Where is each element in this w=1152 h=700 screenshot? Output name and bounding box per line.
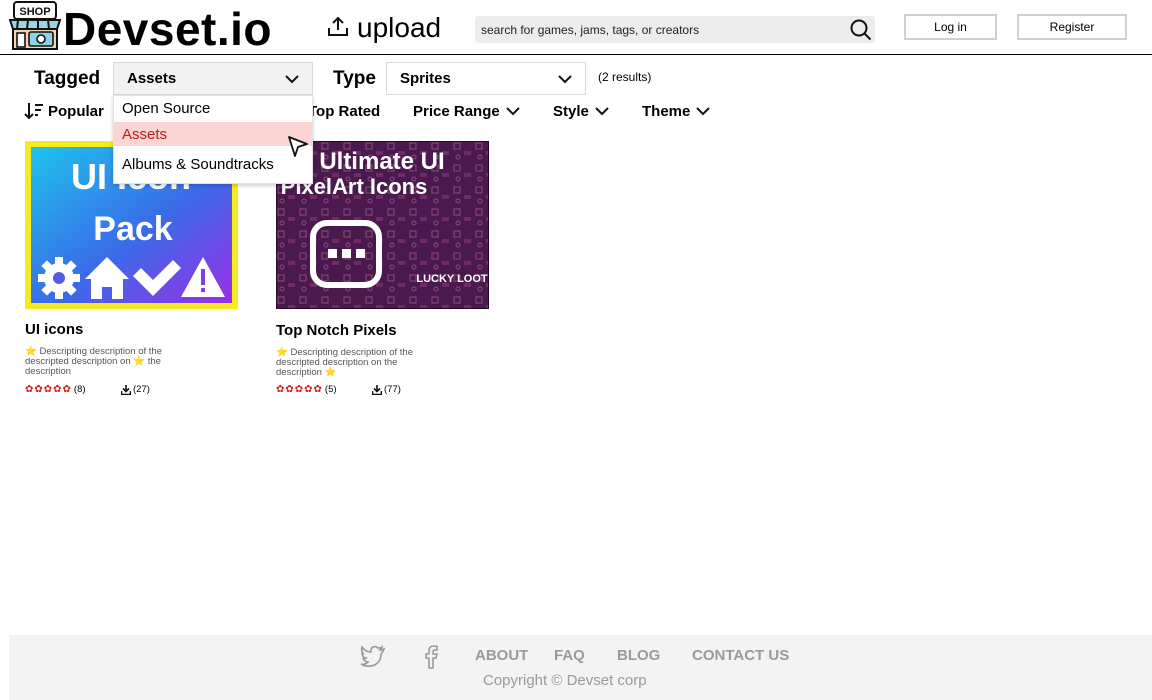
- rating-count: (8): [73, 384, 86, 395]
- card-rating: ✿✿✿✿✿ (5): [276, 384, 337, 395]
- download-icon: [121, 384, 131, 395]
- type-label: Type: [333, 68, 376, 89]
- footer: [9, 635, 1152, 700]
- footer-link-contact[interactable]: CONTACT US: [692, 647, 789, 664]
- sort-popular-label: Popular: [48, 102, 104, 120]
- dropdown-option-albums-soundtracks[interactable]: Albums & Soundtracks: [114, 152, 312, 176]
- upload-label: upload: [357, 12, 442, 43]
- chevron-down-icon: [285, 75, 299, 84]
- copyright: Copyright © Devset corp: [483, 672, 647, 689]
- card-image-text: Pack: [93, 210, 172, 248]
- type-select[interactable]: Sprites: [386, 62, 586, 95]
- footer-link-faq[interactable]: FAQ: [554, 647, 585, 664]
- logo-sign-text: SHOP: [19, 6, 50, 18]
- star-icon: ⭐: [324, 367, 337, 378]
- rating-stars-icon: ✿✿✿✿✿: [25, 384, 72, 395]
- upload-icon: [327, 12, 349, 44]
- search-icon[interactable]: [850, 19, 872, 41]
- search-input[interactable]: [481, 16, 841, 43]
- card-description: ⭐ Descripting description of the descrip…: [25, 347, 195, 377]
- theme-label: Theme: [642, 102, 691, 120]
- sort-top-rated[interactable]: Top Rated: [308, 100, 380, 122]
- card-downloads: (27): [121, 384, 150, 395]
- register-button[interactable]: Register: [1017, 14, 1127, 40]
- card-description-text: Descripting description of the descripte…: [276, 347, 413, 378]
- login-button[interactable]: Log in: [904, 14, 997, 40]
- download-count: (77): [384, 384, 401, 395]
- shop-logo-icon[interactable]: SHOP: [8, 1, 62, 51]
- dropdown-option-open-source[interactable]: Open Source: [114, 96, 312, 120]
- card-image-text: Ultimate UI: [319, 148, 444, 175]
- dropdown-option-assets[interactable]: Assets: [114, 122, 312, 146]
- download-icon: [372, 384, 382, 395]
- chevron-down-icon: [595, 107, 609, 116]
- sort-icon: [24, 103, 43, 120]
- tagged-select-value: Assets: [127, 70, 177, 87]
- cursor-icon: [287, 135, 309, 159]
- footer-link-about[interactable]: ABOUT: [475, 647, 528, 664]
- chevron-down-icon: [558, 75, 572, 84]
- card-rating: ✿✿✿✿✿ (8): [25, 384, 86, 395]
- footer-link-blog[interactable]: BLOG: [617, 647, 660, 664]
- download-count: (27): [133, 384, 150, 395]
- price-range-filter[interactable]: Price Range: [413, 100, 520, 122]
- style-label: Style: [553, 102, 589, 120]
- facebook-icon[interactable]: [420, 645, 446, 669]
- header-divider: [0, 54, 1152, 55]
- twitter-icon[interactable]: [360, 645, 386, 669]
- sort-popular[interactable]: Popular: [24, 100, 104, 122]
- chevron-down-icon: [696, 107, 711, 116]
- chevron-down-icon: [506, 107, 520, 116]
- tagged-label: Tagged: [34, 68, 101, 89]
- brand-badge-text: LUCKY LOOT: [416, 273, 488, 285]
- search-bar: [475, 16, 875, 43]
- rating-stars-icon: ✿✿✿✿✿: [276, 384, 323, 395]
- star-icon: ⭐: [133, 356, 146, 367]
- gear-icon: [38, 257, 80, 299]
- card-description: ⭐ Descripting description of the descrip…: [276, 348, 446, 378]
- card-downloads: (77): [372, 384, 401, 395]
- card-title[interactable]: UI icons: [25, 321, 83, 338]
- theme-filter[interactable]: Theme: [642, 100, 711, 122]
- type-select-value: Sprites: [400, 70, 451, 87]
- brand-title[interactable]: Devset.io: [63, 3, 272, 55]
- price-range-label: Price Range: [413, 102, 500, 120]
- style-filter[interactable]: Style: [553, 100, 609, 122]
- tagged-dropdown-menu: Open Source Assets Albums & Soundtracks: [113, 95, 313, 184]
- upload-button[interactable]: upload: [327, 12, 441, 44]
- results-count: (2 results): [598, 70, 652, 84]
- tagged-select[interactable]: Assets: [113, 62, 313, 95]
- rating-count: (5): [324, 384, 337, 395]
- card-title[interactable]: Top Notch Pixels: [276, 322, 397, 339]
